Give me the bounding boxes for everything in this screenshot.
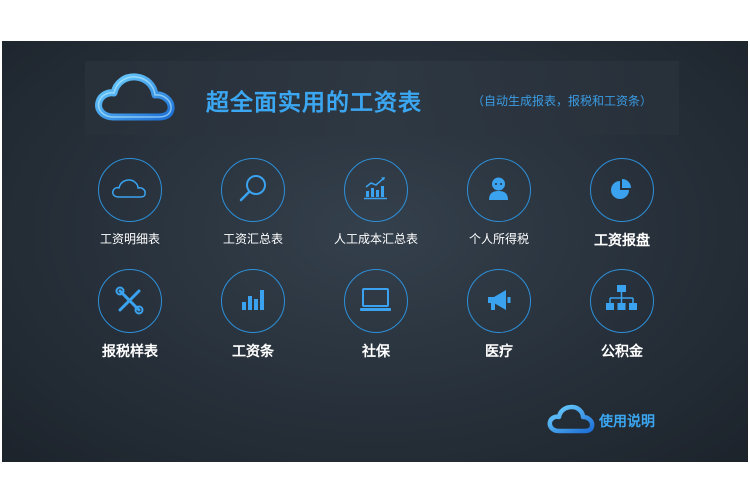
monitor-icon bbox=[360, 288, 391, 311]
tile-labor-cost-summary[interactable]: 人工成本汇总表 bbox=[318, 158, 438, 268]
tile-income-tax[interactable]: 个人所得税 bbox=[441, 158, 561, 268]
tile-label: 工资条 bbox=[232, 344, 274, 360]
cloud-help-icon bbox=[547, 404, 595, 434]
tile-salary-summary[interactable]: 工资汇总表 bbox=[195, 158, 315, 268]
bar-chart-icon bbox=[242, 290, 264, 310]
tile-label: 人工成本汇总表 bbox=[333, 232, 418, 246]
tile-label: 社保 bbox=[362, 344, 390, 360]
cloud-logo-icon bbox=[95, 73, 175, 121]
tile-medical[interactable]: 医疗 bbox=[441, 269, 561, 379]
tools-icon bbox=[115, 286, 144, 315]
main-panel: 超全面实用的工资表 （自动生成报表，报税和工资条） 工资明细表 工资汇总表 人工… bbox=[2, 41, 748, 462]
tile-label: 个人所得税 bbox=[468, 232, 529, 246]
tile-label: 公积金 bbox=[601, 344, 643, 360]
help-button[interactable]: 使用说明 bbox=[547, 403, 667, 437]
tile-social-security[interactable]: 社保 bbox=[318, 269, 438, 379]
page-title: 超全面实用的工资表 bbox=[206, 90, 422, 116]
cloud-icon bbox=[112, 179, 146, 198]
page-subtitle: （自动生成报表，报税和工资条） bbox=[472, 94, 653, 108]
tile-housing-fund[interactable]: 公积金 bbox=[564, 269, 684, 379]
help-label: 使用说明 bbox=[599, 414, 655, 430]
user-icon bbox=[489, 177, 508, 200]
tile-label: 报税样表 bbox=[102, 344, 158, 360]
tile-salary-disk[interactable]: 工资报盘 bbox=[564, 158, 684, 268]
tile-salary-detail[interactable]: 工资明细表 bbox=[72, 158, 192, 268]
megaphone-icon bbox=[488, 290, 511, 310]
search-icon bbox=[239, 175, 266, 202]
tile-payslip[interactable]: 工资条 bbox=[195, 269, 315, 379]
pie-chart-icon bbox=[611, 179, 631, 199]
tile-label: 工资汇总表 bbox=[222, 232, 283, 246]
tile-label: 医疗 bbox=[485, 344, 513, 360]
tile-label: 工资报盘 bbox=[594, 233, 650, 249]
org-chart-icon bbox=[606, 285, 637, 310]
tile-label: 工资明细表 bbox=[99, 232, 160, 246]
bar-chart-trend-icon bbox=[364, 177, 387, 200]
tile-tax-sample[interactable]: 报税样表 bbox=[72, 269, 192, 379]
